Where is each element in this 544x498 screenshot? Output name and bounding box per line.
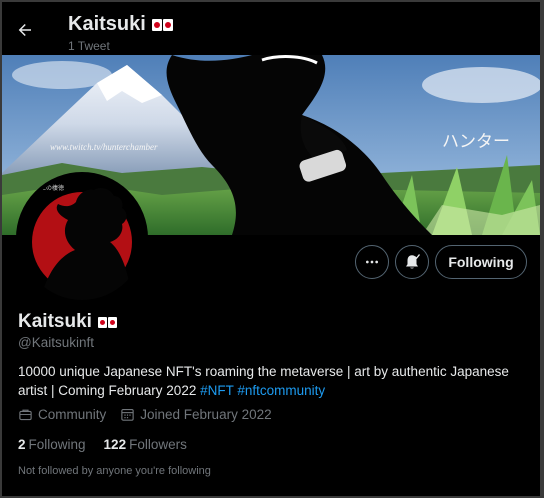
top-bar: Kaitsuki 1 Tweet [2,2,540,55]
followers-count: 122 [103,437,127,452]
profile-meta: Community Joined February 2022 [18,407,272,422]
follow-stats: 2 Following 122 Followers [18,437,187,452]
category-item: Community [18,407,106,422]
banner-url-text: www.twitch.tv/hunterchamber [50,142,158,152]
profile-handle: @Kaitsukinft [18,335,94,350]
profile-bio: 10000 unique Japanese NFT's roaming the … [18,362,528,400]
calendar-icon [121,408,134,421]
notifications-button[interactable] [395,245,429,279]
joined-text: Joined February 2022 [140,407,272,422]
followers-stat-link[interactable]: 122 Followers [104,437,187,452]
bell-check-icon [406,254,421,269]
following-count: 2 [18,437,26,452]
following-button[interactable]: Following [435,245,527,279]
page-title-text: Kaitsuki [68,13,146,35]
briefcase-icon [19,409,32,421]
arrow-left-icon [18,24,31,36]
more-options-button[interactable] [355,245,389,279]
japan-flags-icon [97,316,117,328]
followers-stat-label: Followers [129,437,187,452]
header-title-block: Kaitsuki 1 Tweet [68,13,173,53]
profile-page: Kaitsuki 1 Tweet www.twitch.tv/huntercha… [2,2,540,496]
bio-line-2: artist | Coming February 2022 [18,383,201,398]
following-stat-link[interactable]: 2 Following [18,437,86,452]
profile-name: Kaitsuki [18,311,117,333]
back-button[interactable] [12,17,38,43]
followed-by-note: Not followed by anyone you're following [18,465,211,477]
banner-kana-text: ハンター [442,132,510,152]
avatar-image: 二の棲徳 [20,176,144,300]
more-dots-icon [366,260,378,264]
bio-line-1: 10000 unique Japanese NFT's roaming the … [18,364,509,379]
following-stat-label: Following [28,437,86,452]
category-text: Community [38,407,107,422]
joined-item: Joined February 2022 [120,407,272,422]
avatar-corner-text: 二の棲徳 [40,184,64,192]
profile-name-text: Kaitsuki [18,311,92,332]
tweet-count: 1 Tweet [68,39,110,53]
hashtag-nft[interactable]: #NFT [200,383,234,398]
avatar[interactable]: 二の棲徳 [16,172,148,304]
japan-flags-icon [151,18,173,31]
page-title: Kaitsuki [68,13,173,36]
hashtag-nftcommunity[interactable]: #nftcommunity [237,383,325,398]
